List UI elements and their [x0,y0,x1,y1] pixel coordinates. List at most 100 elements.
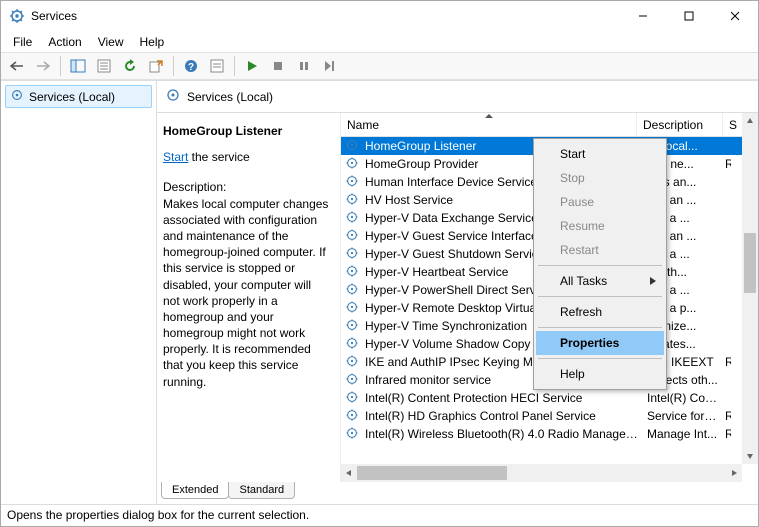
start-service-suffix: the service [188,150,249,164]
content-header-label: Services (Local) [187,90,273,104]
tab-extended[interactable]: Extended [161,482,229,499]
help-button[interactable]: ? [179,54,203,78]
service-name: Intel(R) Wireless Bluetooth(R) 4.0 Radio… [365,427,641,441]
app-icon [9,8,25,24]
back-button[interactable] [5,54,29,78]
export-list-button[interactable] [144,54,168,78]
nav-services-local[interactable]: Services (Local) [5,85,152,108]
ctx-all-tasks-label: All Tasks [560,274,607,288]
ctx-separator [538,358,662,359]
service-icon [345,336,361,352]
service-icon [345,264,361,280]
hscroll-track[interactable] [357,464,726,482]
service-name: Intel(R) Content Protection HECI Service [365,391,641,405]
show-hide-tree-button[interactable] [66,54,90,78]
service-row[interactable]: Intel(R) Wireless Bluetooth(R) 4.0 Radio… [341,425,758,443]
service-row[interactable]: Intel(R) Content Protection HECI Service… [341,389,758,407]
scroll-down-arrow[interactable] [742,448,758,464]
start-service-button[interactable] [240,54,264,78]
status-bar: Opens the properties dialog box for the … [1,504,758,526]
ctx-separator [538,265,662,266]
minimize-button[interactable] [620,1,666,31]
submenu-arrow-icon [650,274,656,288]
service-description: Service for I... [641,409,719,423]
menu-view[interactable]: View [90,33,132,51]
service-icon [345,426,361,442]
service-description: Manage Int... [641,427,719,441]
svg-text:?: ? [188,62,194,73]
stop-service-button[interactable] [266,54,290,78]
toolbar-separator [173,56,174,76]
ctx-help[interactable]: Help [536,362,664,386]
content-pane: Services (Local) HomeGroup Listener Star… [157,81,758,504]
service-icon [345,228,361,244]
column-description[interactable]: Description [637,113,723,136]
ctx-restart[interactable]: Restart [536,238,664,262]
service-icon [345,156,361,172]
ctx-separator [538,327,662,328]
service-startup: R [719,409,731,423]
ctx-pause[interactable]: Pause [536,190,664,214]
services-icon [165,87,181,106]
service-icon [345,372,361,388]
start-service-link[interactable]: Start [163,150,188,164]
scroll-left-arrow[interactable] [341,465,357,481]
service-icon [345,246,361,262]
toolbar: ? [1,52,758,80]
service-icon [345,210,361,226]
view-tabs: Extended Standard [157,482,758,504]
toolbar-separator [60,56,61,76]
horizontal-scrollbar[interactable] [341,464,742,482]
selected-service-name: HomeGroup Listener [163,123,330,139]
menu-file[interactable]: File [5,33,40,51]
detail-pane: HomeGroup Listener Start the service Des… [157,113,341,482]
scroll-up-arrow[interactable] [742,113,758,129]
hscroll-thumb[interactable] [357,466,507,480]
service-icon [345,300,361,316]
ctx-resume[interactable]: Resume [536,214,664,238]
scroll-right-arrow[interactable] [726,465,742,481]
service-icon [345,318,361,334]
refresh-button[interactable] [118,54,142,78]
service-startup: R [719,355,731,369]
service-icon [345,354,361,370]
menu-action[interactable]: Action [40,33,89,51]
start-service-line: Start the service [163,149,330,165]
service-icon [345,138,361,154]
service-icon [345,390,361,406]
scrollbar-thumb[interactable] [744,233,756,293]
ctx-properties-label: Properties [560,336,619,350]
ctx-start[interactable]: Start [536,142,664,166]
restart-service-button[interactable] [318,54,342,78]
action-menu-button[interactable] [205,54,229,78]
service-icon [345,192,361,208]
close-button[interactable] [712,1,758,31]
forward-button[interactable] [31,54,55,78]
description-text: Makes local computer changes associated … [163,196,330,390]
service-icon [345,174,361,190]
services-window: Services File Action View Help ? [0,0,759,527]
service-name: Intel(R) HD Graphics Control Panel Servi… [365,409,641,423]
ctx-separator [538,296,662,297]
content-header: Services (Local) [157,81,758,113]
menu-help[interactable]: Help [132,33,173,51]
service-row[interactable]: Intel(R) HD Graphics Control Panel Servi… [341,407,758,425]
window-buttons [620,1,758,31]
toolbar-separator [234,56,235,76]
title-bar: Services [1,1,758,31]
ctx-properties[interactable]: Properties [536,331,664,355]
content-body: HomeGroup Listener Start the service Des… [157,113,758,482]
description-label: Description: [163,179,330,195]
pause-service-button[interactable] [292,54,316,78]
vertical-scrollbar[interactable] [742,113,758,464]
maximize-button[interactable] [666,1,712,31]
tab-standard[interactable]: Standard [228,482,295,499]
services-icon [10,88,24,105]
ctx-all-tasks[interactable]: All Tasks [536,269,664,293]
column-startup[interactable]: S [723,113,743,136]
column-name[interactable]: Name [341,113,637,136]
properties-button[interactable] [92,54,116,78]
service-startup: R [719,157,731,171]
ctx-refresh[interactable]: Refresh [536,300,664,324]
ctx-stop[interactable]: Stop [536,166,664,190]
